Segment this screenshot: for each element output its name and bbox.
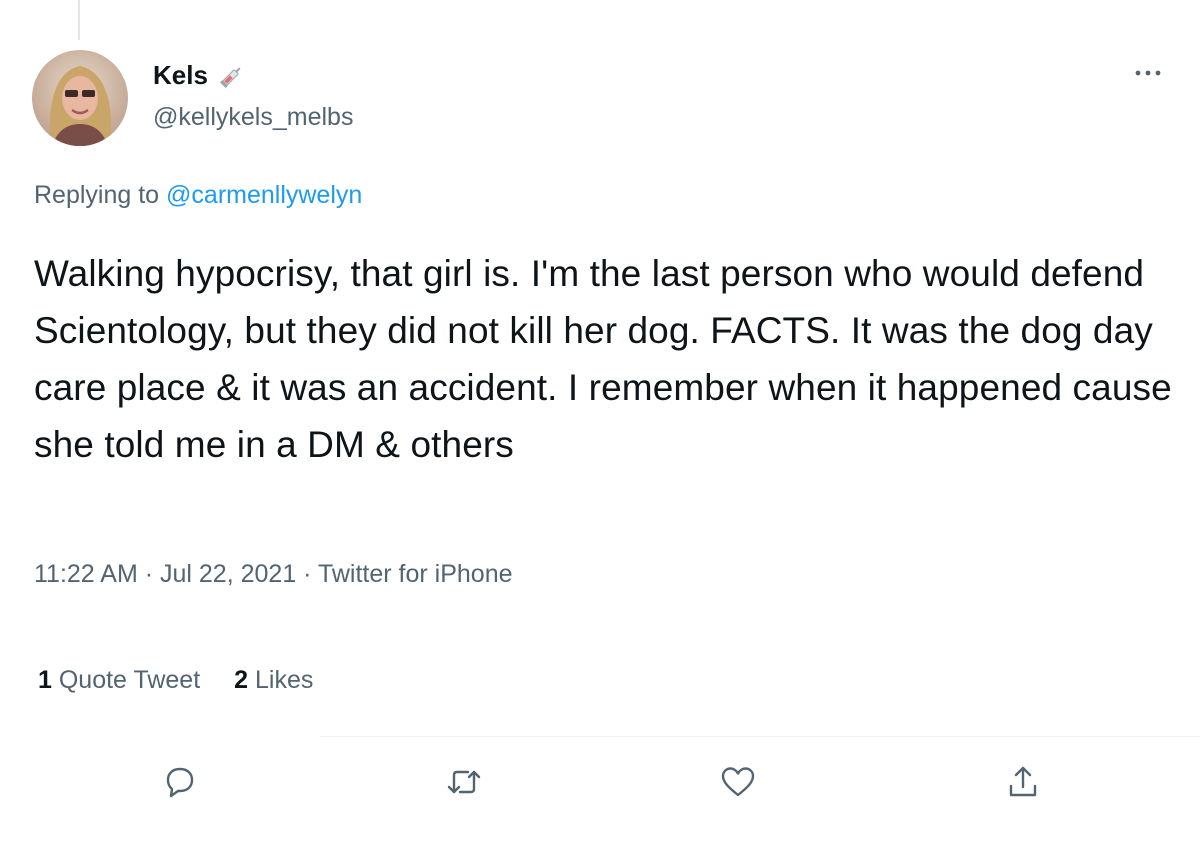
like-count: 2: [234, 666, 249, 694]
share-icon: [1009, 766, 1037, 797]
action-bar-divider: [320, 736, 1200, 737]
syringe-emoji-icon: [219, 67, 241, 89]
profile-photo-icon: [32, 50, 128, 146]
likes-stat[interactable]: 2 Likes: [234, 666, 313, 695]
thread-connector-line: [78, 0, 80, 40]
like-label: Likes: [255, 666, 314, 694]
tweet-text: Walking hypocrisy, that girl is. I'm the…: [34, 253, 1172, 465]
tweet-source-link[interactable]: Twitter for iPhone: [318, 560, 513, 588]
replying-to-line: Replying to @carmenllywelyn: [34, 181, 362, 210]
retweet-icon: [447, 770, 481, 794]
tweet-stats: 1 Quote Tweet 2 Likes: [38, 666, 347, 695]
share-button[interactable]: [1003, 762, 1043, 802]
meta-separator: ·: [296, 560, 318, 588]
heart-icon: [721, 767, 755, 797]
quote-tweets-stat[interactable]: 1 Quote Tweet: [38, 666, 200, 695]
retweet-button[interactable]: [444, 762, 484, 802]
tweet-time-link[interactable]: 11:22 AM: [34, 560, 138, 588]
author-display-name[interactable]: Kels: [153, 60, 208, 91]
author-handle[interactable]: @kellykels_melbs: [153, 103, 353, 132]
quote-tweet-label: Quote Tweet: [58, 666, 201, 694]
more-options-icon: [1135, 70, 1161, 76]
more-options-button[interactable]: [1128, 58, 1168, 88]
reply-icon: [166, 767, 194, 798]
tweet-card: Kels @kellykels_melbs Replying to @carme…: [0, 0, 1200, 850]
quote-tweet-count: 1: [38, 666, 52, 694]
tweet-date-link[interactable]: Jul 22, 2021: [160, 560, 296, 588]
meta-separator: ·: [137, 560, 160, 588]
replying-to-mention-link[interactable]: @carmenllywelyn: [166, 181, 362, 209]
tweet-metadata: 11:22 AM · Jul 22, 2021 · Twitter for iP…: [34, 560, 513, 589]
avatar[interactable]: [32, 50, 128, 146]
replying-to-label: Replying to: [34, 181, 167, 209]
reply-button[interactable]: [160, 762, 200, 802]
like-button[interactable]: [718, 762, 758, 802]
